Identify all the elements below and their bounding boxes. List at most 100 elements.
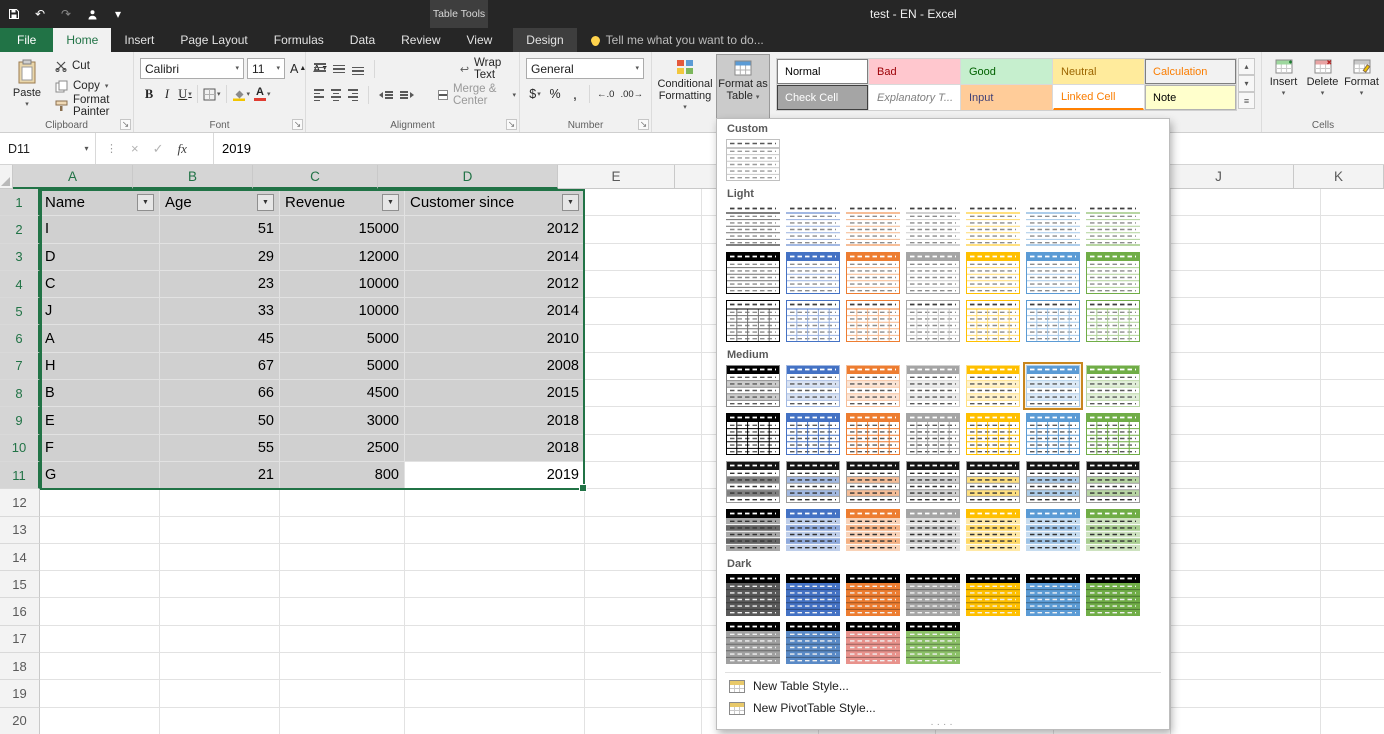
cell-D19[interactable] (405, 680, 585, 707)
cell-B12[interactable] (160, 489, 280, 516)
cell-K17[interactable] (1321, 626, 1384, 653)
table-style-swatch[interactable] (783, 458, 843, 506)
table-style-swatch[interactable] (903, 619, 963, 667)
cell-C7[interactable]: 5000 (280, 353, 405, 380)
cell-A6[interactable]: A (40, 325, 160, 352)
cell-A17[interactable] (40, 626, 160, 653)
cell-E3[interactable] (585, 244, 702, 271)
table-style-swatch[interactable] (963, 410, 1023, 458)
increase-decimal-button[interactable]: ←.0 (595, 84, 616, 104)
row-header-18[interactable]: 18 (0, 653, 40, 680)
table-style-swatch[interactable] (843, 410, 903, 458)
table-style-swatch[interactable] (723, 506, 783, 554)
cell-E1[interactable] (585, 189, 702, 216)
cell-E13[interactable] (585, 517, 702, 544)
cell-B19[interactable] (160, 680, 280, 707)
cell-K16[interactable] (1321, 598, 1384, 625)
table-style-swatch[interactable] (903, 571, 963, 619)
table-style-swatch[interactable] (1023, 297, 1083, 345)
cell-D14[interactable] (405, 544, 585, 571)
cell-K1[interactable] (1321, 189, 1384, 216)
font-size-combo[interactable]: 11 ▾ (247, 58, 285, 79)
select-all-corner[interactable] (0, 165, 13, 189)
cell-B2[interactable]: 51 (160, 216, 280, 243)
cell-A10[interactable]: F (40, 435, 160, 462)
cell-style-linked-cell[interactable]: Linked Cell (1053, 85, 1144, 110)
row-header-11[interactable]: 11 (0, 462, 40, 489)
underline-button[interactable]: U▾ (176, 84, 194, 104)
borders-button[interactable]: ▾ (201, 84, 223, 104)
center-button[interactable] (331, 89, 341, 101)
row-header-4[interactable]: 4 (0, 271, 40, 298)
table-style-swatch[interactable] (783, 506, 843, 554)
table-style-swatch[interactable] (963, 249, 1023, 297)
confirm-entry-icon[interactable]: ✓ (153, 141, 164, 157)
filter-dropdown-icon[interactable]: ▼ (257, 194, 274, 211)
cell-E20[interactable] (585, 708, 702, 734)
row-header-3[interactable]: 3 (0, 244, 40, 271)
row-header-20[interactable]: 20 (0, 708, 40, 734)
cell-style-good[interactable]: Good (961, 59, 1052, 84)
cell-A13[interactable] (40, 517, 160, 544)
cell-D2[interactable]: 2012 (405, 216, 585, 243)
cell-J3[interactable] (1171, 244, 1321, 271)
paste-button[interactable]: Paste ▾ (4, 54, 50, 126)
cell-E11[interactable] (585, 462, 702, 489)
cell-J16[interactable] (1171, 598, 1321, 625)
new-table-style-item[interactable]: New Table Style... (717, 675, 1169, 697)
column-header-d[interactable]: D (378, 165, 558, 189)
cell-A5[interactable]: J (40, 298, 160, 325)
cell-A14[interactable] (40, 544, 160, 571)
cell-D7[interactable]: 2008 (405, 353, 585, 380)
column-header-k[interactable]: K (1294, 165, 1384, 189)
cell-E16[interactable] (585, 598, 702, 625)
table-style-swatch[interactable] (723, 201, 783, 249)
cell-A9[interactable]: E (40, 407, 160, 434)
cell-K15[interactable] (1321, 571, 1384, 598)
table-style-swatch[interactable] (1083, 571, 1143, 619)
cell-C14[interactable] (280, 544, 405, 571)
cell-E5[interactable] (585, 298, 702, 325)
copy-button[interactable]: Copy ▾ (52, 76, 133, 96)
cell-B3[interactable]: 29 (160, 244, 280, 271)
format-cells-button[interactable]: Format▾ (1342, 54, 1381, 97)
decrease-decimal-button[interactable]: .00→ (618, 84, 645, 104)
cell-C15[interactable] (280, 571, 405, 598)
menu-resize-grip-icon[interactable] (717, 719, 1169, 731)
table-style-swatch[interactable] (903, 297, 963, 345)
column-header-e[interactable]: E (558, 165, 675, 189)
table-style-swatch[interactable] (843, 506, 903, 554)
cell-C19[interactable] (280, 680, 405, 707)
gallery-more-icon[interactable]: ≡ (1238, 92, 1255, 109)
tab-insert[interactable]: Insert (111, 28, 167, 52)
cell-E12[interactable] (585, 489, 702, 516)
cell-J6[interactable] (1171, 325, 1321, 352)
cell-style-input[interactable]: Input (961, 85, 1052, 110)
cell-K14[interactable] (1321, 544, 1384, 571)
italic-button[interactable]: I (158, 84, 176, 104)
cell-E9[interactable] (585, 407, 702, 434)
cell-C16[interactable] (280, 598, 405, 625)
cell-B13[interactable] (160, 517, 280, 544)
table-style-swatch[interactable] (963, 506, 1023, 554)
table-style-swatch[interactable] (963, 571, 1023, 619)
cell-C8[interactable]: 4500 (280, 380, 405, 407)
table-style-swatch[interactable] (843, 297, 903, 345)
format-as-table-button[interactable]: Format asTable ▾ (716, 54, 770, 126)
table-style-swatch[interactable] (1023, 201, 1083, 249)
table-style-swatch[interactable] (783, 249, 843, 297)
cell-K2[interactable] (1321, 216, 1384, 243)
row-header-6[interactable]: 6 (0, 325, 40, 352)
cell-A7[interactable]: H (40, 353, 160, 380)
table-style-swatch[interactable] (783, 571, 843, 619)
row-header-5[interactable]: 5 (0, 298, 40, 325)
touch-mode-button[interactable] (84, 6, 100, 22)
table-style-swatch[interactable] (1083, 297, 1143, 345)
cell-J19[interactable] (1171, 680, 1321, 707)
table-style-swatch[interactable] (843, 458, 903, 506)
cell-J14[interactable] (1171, 544, 1321, 571)
cell-D9[interactable]: 2018 (405, 407, 585, 434)
cell-J7[interactable] (1171, 353, 1321, 380)
cell-B4[interactable]: 23 (160, 271, 280, 298)
cell-J12[interactable] (1171, 489, 1321, 516)
